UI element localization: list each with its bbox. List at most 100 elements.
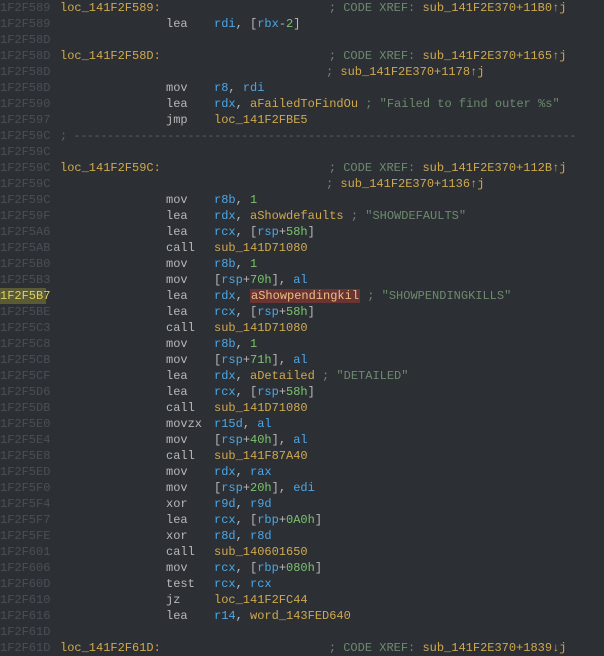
operands[interactable]: sub_141F87A40 bbox=[214, 449, 308, 463]
operands[interactable]: rcx, [rsp+58h] bbox=[214, 305, 315, 319]
symbol-ref[interactable]: aFailedToFindOu bbox=[250, 97, 358, 111]
code-label[interactable]: loc_141F2F59C bbox=[60, 161, 154, 175]
operands[interactable]: r9d, r9d bbox=[214, 497, 272, 511]
xref-comment[interactable]: ; CODE XREF: bbox=[329, 641, 423, 655]
operands[interactable]: rcx, [rbp+0A0h] bbox=[214, 513, 322, 527]
address: 1F2F5CF bbox=[0, 368, 46, 384]
disassembly-line[interactable]: 1F2F5B3mov[rsp+70h], al bbox=[0, 272, 604, 288]
operands[interactable]: [rsp+70h], al bbox=[214, 273, 308, 287]
disassembly-line[interactable]: 1F2F61D bbox=[0, 624, 604, 640]
disassembly-line[interactable]: 1F2F5CFleardx, aDetailed ; "DETAILED" bbox=[0, 368, 604, 384]
symbol-ref[interactable]: aShowpendingkil bbox=[250, 289, 360, 303]
operands[interactable]: loc_141F2FBE5 bbox=[214, 113, 308, 127]
xref-target[interactable]: sub_141F2E370+1165↑j bbox=[422, 49, 566, 63]
symbol-ref[interactable]: aDetailed bbox=[250, 369, 315, 383]
disassembly-line[interactable]: 1F2F5E4mov[rsp+40h], al bbox=[0, 432, 604, 448]
operands[interactable]: rdx, aShowpendingkil bbox=[214, 289, 360, 303]
symbol-ref[interactable]: sub_141D71080 bbox=[214, 321, 308, 335]
operands[interactable]: r8b, 1 bbox=[214, 193, 257, 207]
disassembly-line[interactable]: 1F2F606movrcx, [rbp+080h] bbox=[0, 560, 604, 576]
operands[interactable]: rdx, aFailedToFindOu bbox=[214, 97, 358, 111]
disassembly-line[interactable]: 1F2F601callsub_140601650 bbox=[0, 544, 604, 560]
address: 1F2F590 bbox=[0, 96, 46, 112]
xref-target[interactable]: sub_141F2E370+1178↑j bbox=[340, 65, 484, 79]
operands[interactable]: rcx, [rsp+58h] bbox=[214, 225, 315, 239]
disassembly-line[interactable]: 1F2F59Cloc_141F2F59C:; CODE XREF: sub_14… bbox=[0, 160, 604, 176]
disassembly-line[interactable]: 1F2F5A6learcx, [rsp+58h] bbox=[0, 224, 604, 240]
disassembly-line[interactable]: 1F2F5FExorr8d, r8d bbox=[0, 528, 604, 544]
operands[interactable]: rcx, rcx bbox=[214, 577, 272, 591]
symbol-ref[interactable]: sub_141F87A40 bbox=[214, 449, 308, 463]
xref-comment[interactable]: ; CODE XREF: bbox=[329, 49, 423, 63]
disassembly-line[interactable]: 1F2F58D bbox=[0, 32, 604, 48]
disassembly-line[interactable]: 1F2F5E0movzxr15d, al bbox=[0, 416, 604, 432]
operands[interactable]: sub_141D71080 bbox=[214, 401, 308, 415]
operands[interactable]: rdi, [rbx-2] bbox=[214, 17, 300, 31]
operands[interactable]: sub_141D71080 bbox=[214, 241, 308, 255]
disassembly-line[interactable]: 1F2F589leardi, [rbx-2] bbox=[0, 16, 604, 32]
disassembly-line[interactable]: 1F2F5CBmov[rsp+71h], al bbox=[0, 352, 604, 368]
symbol-ref[interactable]: word_143FED640 bbox=[250, 609, 351, 623]
operands[interactable]: sub_141D71080 bbox=[214, 321, 308, 335]
operands[interactable]: rcx, [rbp+080h] bbox=[214, 561, 322, 575]
operands[interactable]: sub_140601650 bbox=[214, 545, 308, 559]
disassembly-line[interactable]: 1F2F5E8callsub_141F87A40 bbox=[0, 448, 604, 464]
disassembly-line[interactable]: 1F2F5DBcallsub_141D71080 bbox=[0, 400, 604, 416]
xref-target[interactable]: sub_141F2E370+112B↑j bbox=[422, 161, 566, 175]
symbol-ref[interactable]: sub_140601650 bbox=[214, 545, 308, 559]
code-label[interactable]: loc_141F2F61D bbox=[60, 641, 154, 655]
disassembly-line[interactable]: 1F2F589loc_141F2F589:; CODE XREF: sub_14… bbox=[0, 0, 604, 16]
symbol-ref[interactable]: aShowdefaults bbox=[250, 209, 344, 223]
operands[interactable]: rdx, aShowdefaults bbox=[214, 209, 344, 223]
disassembly-line[interactable]: 1F2F5C3callsub_141D71080 bbox=[0, 320, 604, 336]
symbol-ref[interactable]: sub_141D71080 bbox=[214, 241, 308, 255]
disassembly-line[interactable]: 1F2F59Cmovr8b, 1 bbox=[0, 192, 604, 208]
operands[interactable]: r8b, 1 bbox=[214, 257, 257, 271]
operands[interactable]: [rsp+20h], edi bbox=[214, 481, 315, 495]
xref-comment[interactable]: ; CODE XREF: bbox=[329, 161, 423, 175]
code-label[interactable]: loc_141F2F58D bbox=[60, 49, 154, 63]
xref-comment[interactable]: ; CODE XREF: bbox=[329, 1, 423, 15]
disassembly-line[interactable]: 1F2F59C; -------------------------------… bbox=[0, 128, 604, 144]
disassembly-line[interactable]: 1F2F59C bbox=[0, 144, 604, 160]
disassembly-line[interactable]: 1F2F5B0movr8b, 1 bbox=[0, 256, 604, 272]
disassembly-line[interactable]: 1F2F58Dmovr8, rdi bbox=[0, 80, 604, 96]
disassembly-line[interactable]: 1F2F60Dtestrcx, rcx bbox=[0, 576, 604, 592]
disassembly-line[interactable]: 1F2F58D; sub_141F2E370+1178↑j bbox=[0, 64, 604, 80]
disassembly-line[interactable]: 1F2F58Dloc_141F2F58D:; CODE XREF: sub_14… bbox=[0, 48, 604, 64]
code-label[interactable]: loc_141F2F589 bbox=[60, 1, 154, 15]
xref-target[interactable]: sub_141F2E370+11B0↑j bbox=[422, 1, 566, 15]
symbol-ref[interactable]: loc_141F2FC44 bbox=[214, 593, 308, 607]
disassembly-line[interactable]: 1F2F5B7leardx, aShowpendingkil ; "SHOWPE… bbox=[0, 288, 604, 304]
disassembly-line[interactable]: 1F2F5F0mov[rsp+20h], edi bbox=[0, 480, 604, 496]
disassembly-line[interactable]: 1F2F5D6learcx, [rsp+58h] bbox=[0, 384, 604, 400]
disassembly-line[interactable]: 1F2F5C8movr8b, 1 bbox=[0, 336, 604, 352]
operands[interactable]: r15d, al bbox=[214, 417, 272, 431]
xref-target[interactable]: sub_141F2E370+1839↓j bbox=[422, 641, 566, 655]
operands[interactable]: rcx, [rsp+58h] bbox=[214, 385, 315, 399]
disassembly-line[interactable]: 1F2F590leardx, aFailedToFindOu ; "Failed… bbox=[0, 96, 604, 112]
disassembly-line[interactable]: 1F2F597jmploc_141F2FBE5 bbox=[0, 112, 604, 128]
disassembly-line[interactable]: 1F2F5F4xorr9d, r9d bbox=[0, 496, 604, 512]
operands[interactable]: r14, word_143FED640 bbox=[214, 609, 351, 623]
operands[interactable]: rdx, rax bbox=[214, 465, 272, 479]
disassembly-view[interactable]: 1F2F589loc_141F2F589:; CODE XREF: sub_14… bbox=[0, 0, 604, 656]
disassembly-line[interactable]: 1F2F610jzloc_141F2FC44 bbox=[0, 592, 604, 608]
operands[interactable]: [rsp+40h], al bbox=[214, 433, 308, 447]
symbol-ref[interactable]: loc_141F2FBE5 bbox=[214, 113, 308, 127]
disassembly-line[interactable]: 1F2F5EDmovrdx, rax bbox=[0, 464, 604, 480]
disassembly-line[interactable]: 1F2F61Dloc_141F2F61D:; CODE XREF: sub_14… bbox=[0, 640, 604, 656]
disassembly-line[interactable]: 1F2F5ABcallsub_141D71080 bbox=[0, 240, 604, 256]
operands[interactable]: [rsp+71h], al bbox=[214, 353, 308, 367]
symbol-ref[interactable]: sub_141D71080 bbox=[214, 401, 308, 415]
operands[interactable]: rdx, aDetailed bbox=[214, 369, 315, 383]
disassembly-line[interactable]: 1F2F59C; sub_141F2E370+1136↑j bbox=[0, 176, 604, 192]
operands[interactable]: r8b, 1 bbox=[214, 337, 257, 351]
operands[interactable]: r8, rdi bbox=[214, 81, 264, 95]
operands[interactable]: loc_141F2FC44 bbox=[214, 593, 308, 607]
disassembly-line[interactable]: 1F2F5BElearcx, [rsp+58h] bbox=[0, 304, 604, 320]
xref-target[interactable]: sub_141F2E370+1136↑j bbox=[340, 177, 484, 191]
disassembly-line[interactable]: 1F2F59Fleardx, aShowdefaults ; "SHOWDEFA… bbox=[0, 208, 604, 224]
operands[interactable]: r8d, r8d bbox=[214, 529, 272, 543]
disassembly-line[interactable]: 1F2F5F7learcx, [rbp+0A0h] bbox=[0, 512, 604, 528]
